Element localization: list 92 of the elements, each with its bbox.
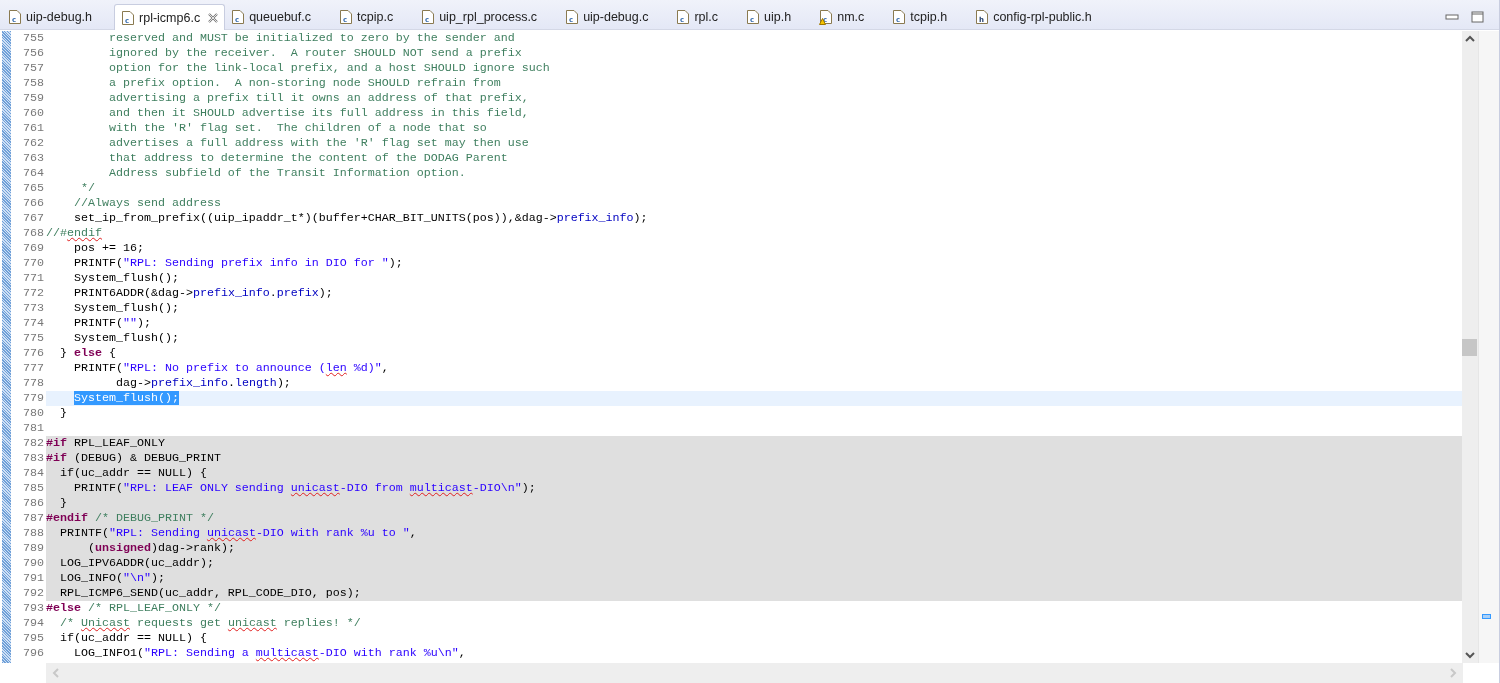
- code-line: } else {: [59, 346, 116, 360]
- code-line: dag->prefix_info.length);: [114, 376, 291, 390]
- line-number: 784: [22, 466, 44, 481]
- code-line: if(uc_addr == NULL) {: [59, 466, 207, 480]
- code-line: #if (DEBUG) & DEBUG_PRINT: [46, 451, 221, 465]
- vertical-scrollbar[interactable]: [1462, 31, 1478, 663]
- code-line: option for the link-local prefix, and a host SHOULD ignore such: [107, 61, 550, 75]
- code-line: /* Unicast requests get unicast replies! */: [59, 616, 361, 630]
- code-line: a prefix option. A non-storing node SHOULD refrain from: [107, 76, 501, 90]
- line-number: 779: [22, 391, 44, 406]
- line-number: 756: [22, 46, 44, 61]
- code-line: System_flush();: [72, 331, 179, 345]
- code-line: PRINTF("RPL: Sending unicast-DIO with rank %u to ",: [59, 526, 417, 540]
- line-number: 758: [22, 76, 44, 91]
- code-line: System_flush();: [72, 271, 179, 285]
- code-line: PRINTF("");: [72, 316, 151, 330]
- code-line: RPL_ICMP6_SEND(uc_addr, RPL_CODE_DIO, pos);: [59, 586, 361, 600]
- scroll-down-icon[interactable]: [1465, 651, 1475, 659]
- code-line: //#endif: [46, 226, 102, 240]
- code-line: Address subfield of the Transit Information option.: [107, 166, 466, 180]
- code-line: #endif /* DEBUG_PRINT */: [46, 511, 214, 525]
- code-line: */: [79, 181, 95, 195]
- line-number: 761: [22, 121, 44, 136]
- code-line: with the 'R' flag set. The children of a node that so: [107, 121, 487, 135]
- code-line: advertising a prefix till it owns an address of that prefix,: [107, 91, 529, 105]
- code-line: PRINT6ADDR(&dag->prefix_info.prefix);: [72, 286, 333, 300]
- code-line: if(uc_addr == NULL) {: [59, 631, 207, 645]
- code-line: System_flush();: [72, 301, 179, 315]
- line-number: 793: [22, 601, 44, 616]
- line-number: 763: [22, 151, 44, 166]
- line-number: 757: [22, 61, 44, 76]
- line-number: 781: [22, 421, 44, 436]
- line-number: 773: [22, 301, 44, 316]
- code-line: #if RPL_LEAF_ONLY: [46, 436, 165, 450]
- line-number: 782: [22, 436, 44, 451]
- code-line: PRINTF("RPL: Sending prefix info in DIO for ");: [72, 256, 403, 270]
- line-number: 791: [22, 571, 44, 586]
- scroll-right-icon[interactable]: [1449, 668, 1457, 678]
- code-line: and then it SHOULD advertise its full address in this field,: [107, 106, 529, 120]
- line-number: 794: [22, 616, 44, 631]
- line-number: 755: [22, 31, 44, 46]
- line-number: 775: [22, 331, 44, 346]
- scroll-thumb[interactable]: [1462, 339, 1477, 356]
- line-number: 772: [22, 286, 44, 301]
- code-line: (unsigned)dag->rank);: [86, 541, 235, 555]
- line-number: 788: [22, 526, 44, 541]
- line-number: 759: [22, 91, 44, 106]
- code-line: //Always send address: [72, 196, 221, 210]
- line-number: 786: [22, 496, 44, 511]
- line-number: 765: [22, 181, 44, 196]
- occurrence-marker[interactable]: [1482, 614, 1491, 619]
- close-icon[interactable]: [208, 12, 219, 23]
- line-number: 767: [22, 211, 44, 226]
- code-line: }: [59, 496, 67, 510]
- line-number: 796: [22, 646, 44, 661]
- line-number: 770: [22, 256, 44, 271]
- line-number: 790: [22, 556, 44, 571]
- line-number: 764: [22, 166, 44, 181]
- maximize-icon[interactable]: [1471, 10, 1485, 23]
- horizontal-scrollbar[interactable]: [46, 663, 1463, 683]
- code-line: PRINTF("RPL: LEAF ONLY sending unicast-DIO from multicast-DIO\n");: [72, 481, 536, 495]
- line-number: 771: [22, 271, 44, 286]
- line-number: 760: [22, 106, 44, 121]
- line-number: 795: [22, 631, 44, 646]
- code-line: LOG_INFO1("RPL: Sending a multicast-DIO with rank %u\n",: [72, 646, 466, 660]
- line-number: 776: [22, 346, 44, 361]
- scroll-up-icon[interactable]: [1465, 35, 1475, 43]
- line-number: 778: [22, 376, 44, 391]
- scroll-left-icon[interactable]: [52, 668, 60, 678]
- line-number: 777: [22, 361, 44, 376]
- code-line: advertises a full address with the 'R' flag set may then use: [107, 136, 529, 150]
- line-number: 783: [22, 451, 44, 466]
- line-number: 780: [22, 406, 44, 421]
- line-number: 774: [22, 316, 44, 331]
- line-number: 762: [22, 136, 44, 151]
- code-line: #else /* RPL_LEAF_ONLY */: [46, 601, 221, 615]
- code-line: set_ip_from_prefix((uip_ipaddr_t*)(buffer+CHAR_BIT_UNITS(pos)),&dag->prefix_info);: [72, 211, 648, 225]
- line-number: 787: [22, 511, 44, 526]
- code-line: PRINTF("RPL: No prefix to announce (len %d)",: [72, 361, 389, 375]
- line-number: 792: [22, 586, 44, 601]
- code-line: LOG_INFO("\n");: [59, 571, 165, 585]
- line-number: 766: [22, 196, 44, 211]
- code-line: }: [59, 406, 67, 420]
- code-line: ignored by the receiver. A router SHOULD NOT send a prefix: [107, 46, 522, 60]
- code-line: pos += 16;: [72, 241, 144, 255]
- line-number: 769: [22, 241, 44, 256]
- line-number: 785: [22, 481, 44, 496]
- code-line: reserved and MUST be initialized to zero by the sender and: [107, 31, 515, 45]
- line-number: 789: [22, 541, 44, 556]
- code-line: LOG_IPV6ADDR(uc_addr);: [59, 556, 214, 570]
- code-line: that address to determine the content of the DODAG Parent: [107, 151, 508, 165]
- line-number: 768: [22, 226, 44, 241]
